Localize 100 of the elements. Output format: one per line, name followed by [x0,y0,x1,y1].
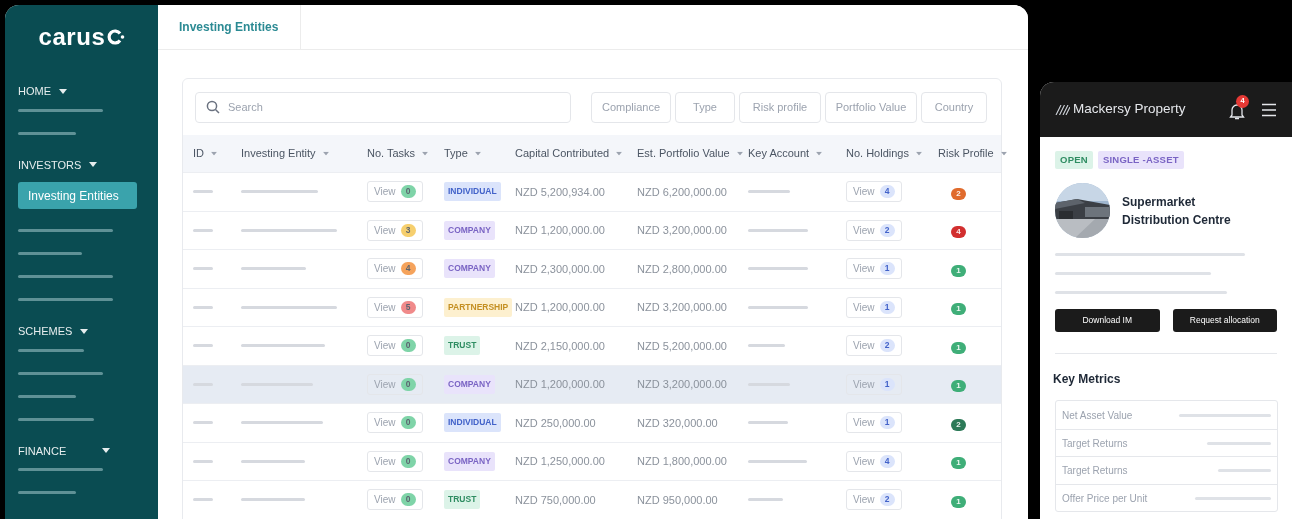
column-header[interactable]: Investing Entity [241,145,316,162]
placeholder-line [241,498,305,502]
column-header[interactable]: Capital Contributed [515,145,610,162]
view-button[interactable]: View 3 [367,219,423,241]
brand-stripes-icon [1055,104,1070,115]
search-field[interactable]: Search [195,91,571,123]
bell-icon[interactable] [1229,102,1245,120]
table-cell-text: NZD 1,250,000.00 [515,454,606,469]
count-badge: 0 [400,185,416,199]
count-badge: 4 [879,185,895,199]
action-button[interactable]: Download IM [1055,309,1160,333]
nav-section-label[interactable]: FINANCE [18,442,67,459]
caret-icon [816,151,823,156]
caret-icon [422,151,429,156]
nav-section-label[interactable]: INVESTORS [18,156,82,173]
type-tag: COMPANY [444,220,495,240]
column-header[interactable]: Key Account [748,145,810,162]
risk-badge: 2 [951,418,966,431]
count-badge: 4 [400,262,416,276]
filter-button[interactable]: Country [921,91,987,123]
risk-badge: 1 [951,264,966,277]
tab[interactable]: Investing Entities [158,5,301,49]
column-header[interactable]: Risk Profile [938,145,994,162]
logo-text: carus [38,22,106,52]
nav-section-label[interactable]: HOME [18,83,51,100]
view-button[interactable]: View 4 [846,181,902,203]
logo-mark-icon [106,29,125,45]
view-button[interactable]: View 0 [367,450,423,472]
status-tag: SINGLE -ASSET [1097,151,1184,170]
count-badge: 2 [879,493,895,507]
placeholder-line [241,459,305,463]
column-header[interactable]: No. Holdings [846,145,909,162]
placeholder-line [193,190,213,194]
view-button[interactable]: View 4 [846,450,902,472]
column-header[interactable]: Type [444,145,468,162]
view-button[interactable]: View 1 [846,296,902,318]
count-badge: 2 [879,339,895,353]
count-badge: 0 [400,454,416,468]
view-button[interactable]: View 2 [846,489,902,511]
risk-badge: 1 [951,303,966,315]
view-button[interactable]: View 5 [367,296,423,318]
metric-label: Target Returns [1062,464,1128,478]
count-badge: 0 [400,493,416,507]
count-badge: 1 [879,262,895,276]
column-header[interactable]: ID [193,145,204,162]
placeholder-line [193,267,213,271]
table-cell-text: NZD 1,200,000.00 [515,300,606,315]
filter-button[interactable]: Type [675,91,735,123]
section-heading: Key Metrics [1053,371,1122,389]
placeholder-line [748,305,808,309]
risk-badge: 1 [951,341,966,354]
type-tag: PARTNERSHIP [444,297,513,317]
type-tag: TRUST [444,336,481,356]
property-title: Supermarket Distribution Centre [1122,193,1232,229]
view-button[interactable]: View 0 [367,489,423,511]
type-tag: COMPANY [444,374,495,394]
table-cell-text: NZD 3,200,000.00 [637,377,728,392]
risk-badge: 1 [951,457,966,469]
view-button[interactable]: View 0 [367,181,423,203]
metric-label: Target Returns [1062,436,1128,451]
placeholder-line [18,348,84,352]
table-row[interactable]: View 0 COMPANY NZD 1,200,000.00 NZD 3,200,000.00 View 1 1 [183,364,1001,403]
filter-button[interactable]: Risk profile [739,91,821,123]
column-header[interactable]: Est. Portfolio Value [637,145,730,162]
placeholder-line [1218,469,1271,472]
view-button[interactable]: View 0 [367,412,423,434]
view-button[interactable]: View 0 [367,373,423,395]
column-header[interactable]: No. Tasks [367,145,416,162]
view-button[interactable]: View 0 [367,335,423,357]
table-cell-text: NZD 5,200,000.00 [637,338,728,354]
caret-icon [916,151,922,156]
caret-icon [736,151,743,156]
placeholder-line [241,267,306,271]
view-button[interactable]: View 1 [846,258,902,280]
type-tag: INDIVIDUAL [444,182,501,202]
view-button[interactable]: View 2 [846,335,902,357]
view-button[interactable]: View 4 [367,258,423,280]
menu-icon[interactable] [1261,102,1277,117]
table-cell-text: NZD 1,200,000.00 [515,223,606,238]
placeholder-line [748,190,790,194]
view-button[interactable]: View 2 [846,219,902,241]
table-cell-text: NZD 2,300,000.00 [515,261,606,277]
action-button[interactable]: Request allocation [1172,309,1277,333]
placeholder-line [193,228,213,232]
caret-icon [474,151,481,156]
count-badge: 5 [400,300,416,314]
table-cell-text: NZD 6,200,000.00 [637,184,728,200]
table-cell-text: NZD 5,200,934.00 [515,184,606,200]
filter-button[interactable]: Compliance [591,91,671,123]
filter-button[interactable]: Portfolio Value [825,91,917,123]
nav-item[interactable]: Investing Entities [18,182,137,209]
view-button[interactable]: View 1 [846,373,902,395]
count-badge: 0 [400,377,416,391]
caret-icon [211,151,217,156]
view-button[interactable]: View 1 [846,412,902,434]
count-badge: 3 [400,223,416,237]
table-cell-text: NZD 950,000.00 [637,492,719,508]
placeholder-line [748,459,807,463]
search-icon [206,99,220,114]
nav-section-label[interactable]: SCHEMES [18,323,73,340]
